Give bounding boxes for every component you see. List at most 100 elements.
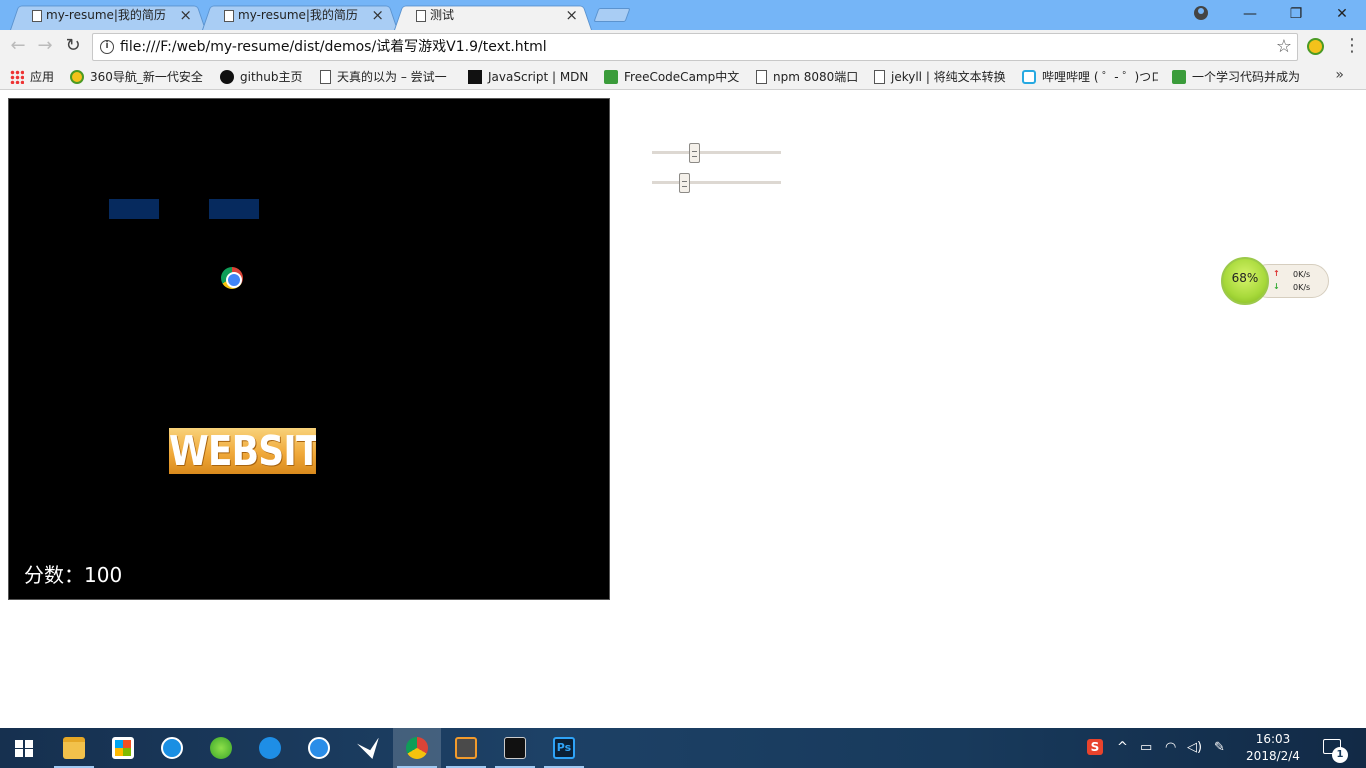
bookmark-tianzhen[interactable]: 天真的以为 – 尝试一: [320, 67, 452, 87]
browser-toolbar: ← → ↻ i file:///F:/web/my-resume/dist/de…: [0, 30, 1366, 64]
slider-1[interactable]: [652, 143, 781, 163]
bookmark-jekyll[interactable]: jekyll | 将纯文本转换: [874, 67, 1008, 87]
github-icon: [220, 70, 234, 84]
bird-icon: [357, 737, 379, 759]
game-canvas[interactable]: WEBSITE 分数：100: [8, 98, 610, 600]
page-icon: [32, 10, 42, 22]
page-icon: [756, 70, 767, 84]
bilibili-icon: [1022, 70, 1036, 84]
bookmark-mdn[interactable]: JavaScript | MDN: [468, 67, 588, 87]
tab-1[interactable]: my-resume|我的简历 ×: [10, 3, 206, 30]
tab-title: 测试: [430, 8, 455, 22]
taskbar-store[interactable]: [99, 728, 147, 768]
memory-percent: 68%: [1231, 271, 1259, 285]
ime-sogou-icon[interactable]: S: [1087, 728, 1105, 768]
menu-icon[interactable]: ⋮: [1343, 36, 1361, 56]
mdn-icon: [468, 70, 482, 84]
taskbar-terminal[interactable]: [491, 728, 539, 768]
taskbar-photoshop[interactable]: Ps: [540, 728, 588, 768]
profile-icon[interactable]: [1194, 6, 1208, 20]
tab-2[interactable]: my-resume|我的简历 ×: [202, 3, 398, 30]
taskbar-360-browser[interactable]: [197, 728, 245, 768]
pen-icon[interactable]: ✎: [1214, 728, 1230, 768]
taskbar-media-player[interactable]: [295, 728, 343, 768]
taskbar-sublime[interactable]: [442, 728, 490, 768]
bookmark-npm[interactable]: npm 8080端口: [756, 67, 858, 87]
wifi-icon[interactable]: ◠: [1165, 728, 1181, 768]
slider-2[interactable]: [652, 173, 781, 193]
clock-date: 2018/2/4: [1246, 749, 1300, 763]
taskbar-chrome[interactable]: [393, 728, 441, 768]
address-bar[interactable]: i file:///F:/web/my-resume/dist/demos/试着…: [92, 33, 1298, 61]
close-window-button[interactable]: ✕: [1319, 0, 1365, 30]
slider-thumb[interactable]: [679, 173, 690, 193]
close-icon[interactable]: ×: [371, 3, 384, 28]
volume-icon[interactable]: ◁): [1187, 728, 1203, 768]
bookmark-bilibili[interactable]: 哔哩哔哩 ( ゜- ゜)つロ: [1022, 67, 1158, 87]
bookmarks-bar: 应用 360导航_新一代安全 github主页 天真的以为 – 尝试一 Java…: [0, 64, 1366, 90]
photoshop-icon: Ps: [553, 737, 575, 759]
info-icon[interactable]: i: [100, 40, 114, 54]
tab-title: my-resume|我的简历: [46, 8, 166, 22]
page-icon: [320, 70, 331, 84]
taskbar-file-explorer[interactable]: [50, 728, 98, 768]
folder-icon: [63, 737, 85, 759]
ball-chrome-icon: [221, 267, 243, 289]
slider-thumb[interactable]: [689, 143, 700, 163]
windows-taskbar: Ps S ^ ▭ ◠ ◁) ✎ 16:03 2018/2/4 1: [0, 728, 1366, 768]
edge-icon: [259, 737, 281, 759]
notification-badge: 1: [1332, 747, 1348, 763]
new-tab-button[interactable]: [593, 8, 631, 22]
bookmark-freecodecamp[interactable]: FreeCodeCamp中文: [604, 67, 740, 87]
chrome-icon: [406, 737, 428, 759]
tab-3-active[interactable]: 测试 ×: [394, 3, 592, 30]
taskbar-kugou[interactable]: [148, 728, 196, 768]
bookmark-apps[interactable]: 应用: [10, 67, 54, 87]
start-button[interactable]: [0, 728, 48, 768]
paddle[interactable]: WEBSITE: [169, 428, 316, 474]
close-icon[interactable]: ×: [565, 3, 578, 28]
page-icon: [874, 70, 885, 84]
forward-icon[interactable]: →: [33, 34, 57, 58]
browser-360-icon: [210, 737, 232, 759]
url-text[interactable]: file:///F:/web/my-resume/dist/demos/试着写游…: [120, 34, 547, 60]
system-clock[interactable]: 16:03 2018/2/4: [1240, 731, 1306, 765]
page-viewport: WEBSITE 分数：100 68% ↑ ↓ 0K/s 0K/s: [0, 91, 1366, 728]
bookmark-360[interactable]: 360导航_新一代安全: [70, 67, 204, 87]
more-bookmarks-icon[interactable]: »: [1335, 67, 1344, 83]
extension-360-icon[interactable]: [1307, 38, 1324, 55]
bookmark-github[interactable]: github主页: [220, 67, 303, 87]
slider-track: [652, 151, 781, 154]
browser-tabstrip: my-resume|我的简历 × my-resume|我的简历 × 测试 × —…: [0, 0, 1366, 30]
back-icon[interactable]: ←: [6, 34, 30, 58]
apps-icon: [10, 70, 24, 84]
fcc-icon: [604, 70, 618, 84]
show-hidden-icons-icon[interactable]: ^: [1117, 728, 1131, 768]
brick: [209, 199, 259, 219]
fcc-icon: [1172, 70, 1186, 84]
battery-icon[interactable]: ▭: [1140, 728, 1156, 768]
reload-icon[interactable]: ↻: [61, 34, 85, 58]
brick: [109, 199, 159, 219]
download-rate: 0K/s: [1293, 283, 1311, 292]
play-icon: [308, 737, 330, 759]
slider-track: [652, 181, 781, 184]
restore-button[interactable]: ❐: [1273, 0, 1319, 30]
nav360-icon: [70, 70, 84, 84]
clock-time: 16:03: [1255, 732, 1291, 746]
terminal-icon: [504, 737, 526, 759]
score-label: 分数：100: [24, 563, 123, 587]
taskbar-edge[interactable]: [246, 728, 294, 768]
network-monitor-widget[interactable]: 68% ↑ ↓ 0K/s 0K/s: [1221, 257, 1329, 305]
taskbar-feishu[interactable]: [344, 728, 392, 768]
tab-title: my-resume|我的简历: [238, 8, 358, 22]
upload-rate: 0K/s: [1293, 270, 1311, 279]
page-icon: [416, 10, 426, 22]
bookmark-star-icon[interactable]: ☆: [1276, 36, 1292, 57]
download-arrow-icon: ↓: [1273, 282, 1280, 291]
close-icon[interactable]: ×: [179, 3, 192, 28]
bookmark-learn-code[interactable]: 一个学习代码并成为: [1172, 67, 1308, 87]
windows-logo-icon: [15, 740, 33, 757]
minimize-button[interactable]: —: [1227, 0, 1273, 30]
store-icon: [112, 737, 134, 759]
